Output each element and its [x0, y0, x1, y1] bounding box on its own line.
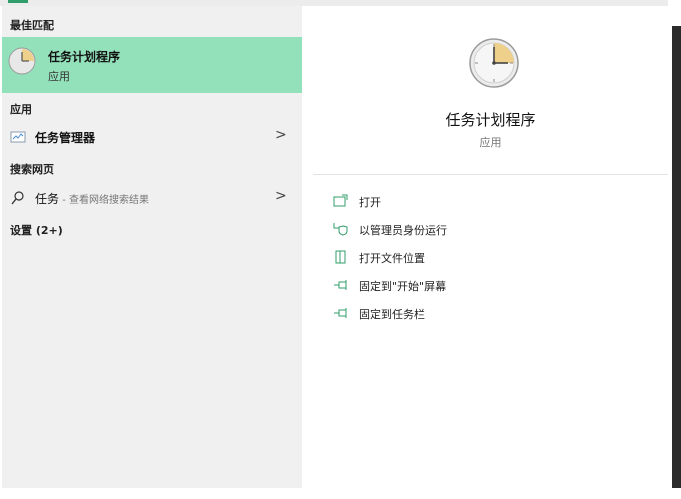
web-header: 搜索网页	[10, 163, 54, 176]
app-type: 应用	[479, 136, 502, 149]
web-result[interactable]: 任务 - 查看网络搜索结果 >	[2, 185, 302, 211]
clock-icon	[469, 38, 519, 88]
task-manager-icon	[10, 131, 26, 143]
app-result-label: 任务管理器	[35, 131, 96, 145]
admin-shield-icon	[333, 223, 348, 236]
web-result-label: 任务 - 查看网络搜索结果	[35, 190, 149, 207]
search-icon	[11, 191, 24, 205]
details-panel: 任务计划程序 应用 打开 以管理员身份运行 打开文件位置 固定到"开始"屏幕 固…	[313, 18, 668, 488]
best-match-subtitle: 应用	[48, 70, 70, 83]
best-match-title: 任务计划程序	[48, 50, 121, 64]
pin-icon	[334, 280, 347, 290]
chevron-right-icon[interactable]: >	[275, 188, 287, 204]
window-edge	[672, 26, 681, 499]
settings-header[interactable]: 设置 (2+)	[10, 222, 63, 238]
action-label: 固定到"开始"屏幕	[359, 280, 447, 293]
web-result-query: 任务	[35, 192, 60, 206]
web-result-suffix: - 查看网络搜索结果	[59, 195, 149, 206]
file-location-icon	[335, 250, 346, 264]
divider	[313, 174, 668, 175]
app-result-task-manager[interactable]: 任务管理器 >	[2, 124, 302, 150]
app-title: 任务计划程序	[445, 111, 536, 129]
action-label: 打开	[359, 196, 381, 209]
chevron-right-icon[interactable]: >	[275, 127, 287, 143]
action-label: 打开文件位置	[359, 252, 425, 265]
clock-icon	[8, 47, 36, 75]
apps-header: 应用	[10, 103, 32, 116]
action-label: 以管理员身份运行	[359, 224, 447, 237]
results-panel: 最佳匹配 任务计划程序 应用 应用 任务管理器 > 搜索网页 任务 - 查看网络…	[2, 6, 302, 488]
best-match-item[interactable]: 任务计划程序 应用	[2, 37, 302, 93]
tab-accent	[8, 0, 28, 3]
pin-icon	[334, 308, 347, 318]
best-match-header: 最佳匹配	[10, 19, 54, 32]
open-icon	[333, 194, 348, 207]
action-label: 固定到任务栏	[359, 308, 425, 321]
bottom-bar	[0, 488, 681, 499]
